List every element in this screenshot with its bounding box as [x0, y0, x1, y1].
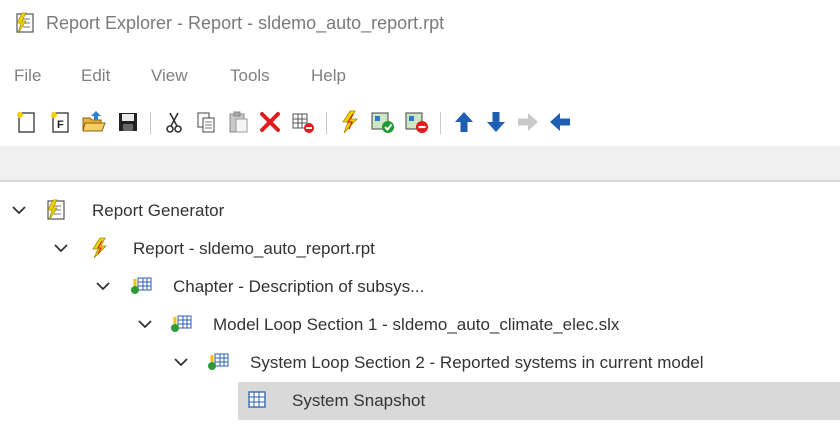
- menu-view[interactable]: View: [151, 66, 188, 86]
- copy-button[interactable]: [192, 108, 220, 136]
- model-loop-icon: [169, 313, 193, 335]
- tree-node-label: Report Generator: [92, 201, 225, 220]
- activate-icon: [371, 112, 394, 133]
- tree-node-model-loop[interactable]: Model Loop Section 1 - sldemo_auto_clima…: [0, 306, 840, 344]
- tree-node-chapter[interactable]: Chapter - Description of subsys...: [0, 268, 840, 306]
- menu-bar: File Edit View Tools Help: [0, 62, 840, 92]
- tree-node-label: Model Loop Section 1 - sldemo_auto_clima…: [213, 315, 620, 334]
- toolbar-strip: [0, 146, 840, 180]
- tree-node-label: Chapter - Description of subsys...: [173, 277, 425, 296]
- delete-button[interactable]: [256, 108, 284, 136]
- menu-tools[interactable]: Tools: [230, 66, 270, 86]
- open-button[interactable]: [80, 108, 108, 136]
- deactivate-button[interactable]: [403, 108, 431, 136]
- move-up-button[interactable]: [450, 108, 478, 136]
- chevron-down-icon[interactable]: [136, 315, 154, 333]
- tree-node-report-generator[interactable]: Report Generator: [0, 192, 840, 230]
- move-down-button[interactable]: [482, 108, 510, 136]
- tree-node-label: Report - sldemo_auto_report.rpt: [133, 239, 375, 258]
- toolbar-separator: [150, 112, 151, 134]
- chevron-down-icon[interactable]: [172, 353, 190, 371]
- move-up-icon: [455, 112, 473, 132]
- report-generator-icon: [45, 199, 69, 221]
- system-loop-icon: [206, 351, 230, 373]
- new-report-button[interactable]: [12, 108, 40, 136]
- cut-button[interactable]: [160, 108, 188, 136]
- paste-button[interactable]: [224, 108, 252, 136]
- promote-icon: [550, 113, 570, 131]
- chapter-icon: [129, 275, 153, 297]
- toolbar-separator: [326, 112, 327, 134]
- new-form-icon: F: [51, 112, 69, 133]
- title-bar: Report Explorer - Report - sldemo_auto_r…: [0, 0, 840, 52]
- toolbar-separator: [440, 112, 441, 134]
- delete-icon: [260, 112, 280, 132]
- tree-node-system-snapshot[interactable]: System Snapshot: [0, 382, 840, 420]
- window-title: Report Explorer - Report - sldemo_auto_r…: [46, 13, 445, 33]
- report-lightning-icon: [88, 237, 112, 259]
- open-icon: [82, 111, 106, 132]
- copy-icon: [197, 112, 215, 133]
- tree-node-system-loop[interactable]: System Loop Section 2 - Reported systems…: [0, 344, 840, 382]
- new-form-button[interactable]: F: [46, 108, 74, 136]
- chevron-down-icon[interactable]: [94, 277, 112, 295]
- move-down-icon: [487, 112, 505, 132]
- paste-icon: [229, 111, 248, 133]
- new-report-icon: [17, 112, 35, 133]
- menu-help[interactable]: Help: [311, 66, 346, 86]
- demote-icon: [518, 113, 538, 131]
- deactivate-component-button[interactable]: [289, 108, 317, 136]
- demote-button[interactable]: [514, 108, 542, 136]
- save-icon: [119, 113, 137, 131]
- report-explorer-icon: [14, 12, 36, 34]
- save-button[interactable]: [114, 108, 142, 136]
- deactivate-icon: [405, 112, 428, 133]
- system-snapshot-icon: [246, 389, 270, 411]
- toolbar: F: [0, 104, 840, 144]
- generate-report-icon: [342, 110, 358, 134]
- chevron-down-icon[interactable]: [52, 239, 70, 257]
- tree-node-label: System Snapshot: [292, 391, 426, 410]
- menu-edit[interactable]: Edit: [81, 66, 110, 86]
- deactivate-component-icon: [292, 113, 314, 133]
- report-tree: Report Generator Report - sldemo_auto_re…: [0, 182, 840, 434]
- activate-button[interactable]: [369, 108, 397, 136]
- cut-icon: [166, 112, 182, 133]
- svg-text:F: F: [57, 119, 64, 131]
- promote-button[interactable]: [546, 108, 574, 136]
- generate-report-button[interactable]: [336, 108, 364, 136]
- tree-node-report[interactable]: Report - sldemo_auto_report.rpt: [0, 230, 840, 268]
- tree-node-label: System Loop Section 2 - Reported systems…: [250, 353, 704, 372]
- menu-file[interactable]: File: [14, 66, 41, 86]
- chevron-down-icon[interactable]: [10, 201, 28, 219]
